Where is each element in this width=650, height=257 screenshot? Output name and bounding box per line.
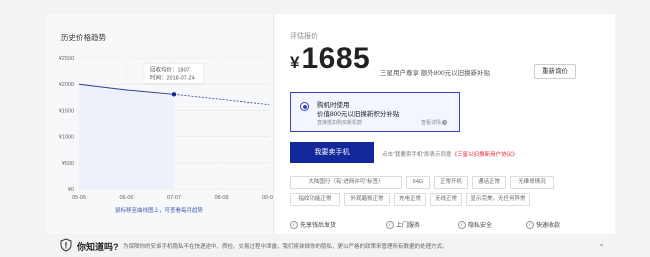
evaluated-price: ¥ 1685 — [290, 42, 370, 76]
chevron-down-icon[interactable]: ⌄ — [598, 239, 605, 248]
condition-tag: 无维修情况 — [510, 176, 554, 189]
check-icon: ✓ — [386, 221, 394, 230]
condition-tag: 指纹功能正常 — [290, 193, 340, 206]
condition-tag: 显示完美，无任何异常 — [466, 193, 530, 206]
x-tick-label: 06-06 — [119, 195, 133, 201]
y-tick-label: ¥2000 — [59, 82, 74, 88]
sell-phone-button[interactable]: 我要卖手机 — [290, 142, 374, 163]
evaluation-label: 评估报价 — [290, 33, 318, 40]
check-icon: ✓ — [458, 221, 466, 230]
condition-tag: 外观磨损正常 — [344, 193, 390, 206]
price-history-chart[interactable]: ¥2500 ¥2000 ¥1500 ¥1000 ¥500 ¥0 05-05 06-06 07-0… — [45, 14, 273, 214]
condition-tag: 充电正常 — [394, 193, 426, 206]
data-point — [171, 92, 177, 97]
y-tick-label: ¥2500 — [59, 56, 74, 62]
condition-tag: 无线正常 — [430, 193, 462, 206]
trade-in-option[interactable]: 购机时使用 价值800元以旧换新积分补贴 直接抵扣购买新机款 查看详情 ? — [290, 92, 460, 132]
tooltip-avg: 回收均价：1807 — [150, 65, 190, 73]
option-note: 直接抵扣购买新机款 — [317, 120, 363, 126]
y-tick-label: ¥500 — [62, 161, 74, 167]
condition-tag: 通话正常 — [472, 176, 506, 189]
privacy-notice-bar[interactable]: 你知道吗? 为保障你的安卓手机隐私不在快递途中、质检、交易过程中泄露，我们将抹掉… — [45, 234, 615, 257]
x-tick-label: 05-05 — [72, 195, 86, 201]
x-tick-label: 08-08 — [214, 195, 228, 201]
service-item: ✓ 隐私安全 — [458, 220, 492, 230]
check-icon: ✓ — [290, 221, 298, 230]
x-tick-label: 07-07 — [167, 195, 181, 201]
x-tick-label: 09-09 — [262, 195, 273, 201]
price-history-panel: 历史价格趋势 ¥2500 ¥2000 ¥1500 ¥1000 ¥500 ¥0 05-05 06… — [45, 14, 274, 234]
radio-selected-icon[interactable] — [300, 102, 309, 111]
y-tick-label: ¥1500 — [59, 108, 74, 114]
service-item: ✓ 上门服务 — [386, 220, 420, 230]
option-details-link[interactable]: 查看详情 ? — [421, 119, 448, 126]
condition-tag: 64G — [406, 176, 430, 189]
price-note: 三星用户尊享 额外800元以旧换新补贴 — [380, 70, 491, 77]
condition-tag: 正常开机 — [434, 176, 468, 189]
did-you-know-title: 你知道吗? — [77, 242, 119, 252]
agreement-text: 点击“我要卖手机”即表示同意《三星以旧换新用户协议》 — [382, 152, 518, 158]
trade-in-card: 历史价格趋势 ¥2500 ¥2000 ¥1500 ¥1000 ¥500 ¥0 05-05 06… — [45, 14, 615, 234]
area-fill — [79, 84, 174, 189]
price-value: 1685 — [301, 42, 371, 75]
shield-icon — [60, 238, 72, 252]
chart-hint: 鼠标移至曲线图上，可查看每月趋势 — [114, 208, 203, 214]
service-item: ✓ 快速收款 — [526, 220, 560, 230]
y-tick-label: ¥0 — [68, 187, 74, 193]
tooltip-time: 时间：2018-07-24 — [150, 73, 195, 81]
privacy-notice-text: 为保障你的安卓手机隐私不在快递途中、质检、交易过程中泄露，我们将抹掉你的隐私，更… — [123, 244, 448, 250]
agreement-link[interactable]: 《三星以旧换新用户协议》 — [452, 152, 518, 158]
condition-tag: 大陆国行（有“进网许可”标签） — [290, 176, 402, 189]
option-subtitle: 价值800元以旧换新积分补贴 — [317, 111, 400, 118]
y-tick-label: ¥1000 — [59, 135, 74, 141]
evaluation-panel: 评估报价 ¥ 1685 三星用户尊享 额外800元以旧换新补贴 重新询价 购机时… — [290, 14, 610, 234]
reevaluate-button[interactable]: 重新询价 — [534, 64, 576, 79]
check-icon: ✓ — [526, 221, 534, 230]
currency-symbol: ¥ — [290, 53, 300, 72]
service-item: ✓ 先享钱后发货 — [290, 220, 336, 230]
question-icon: ? — [442, 120, 448, 126]
